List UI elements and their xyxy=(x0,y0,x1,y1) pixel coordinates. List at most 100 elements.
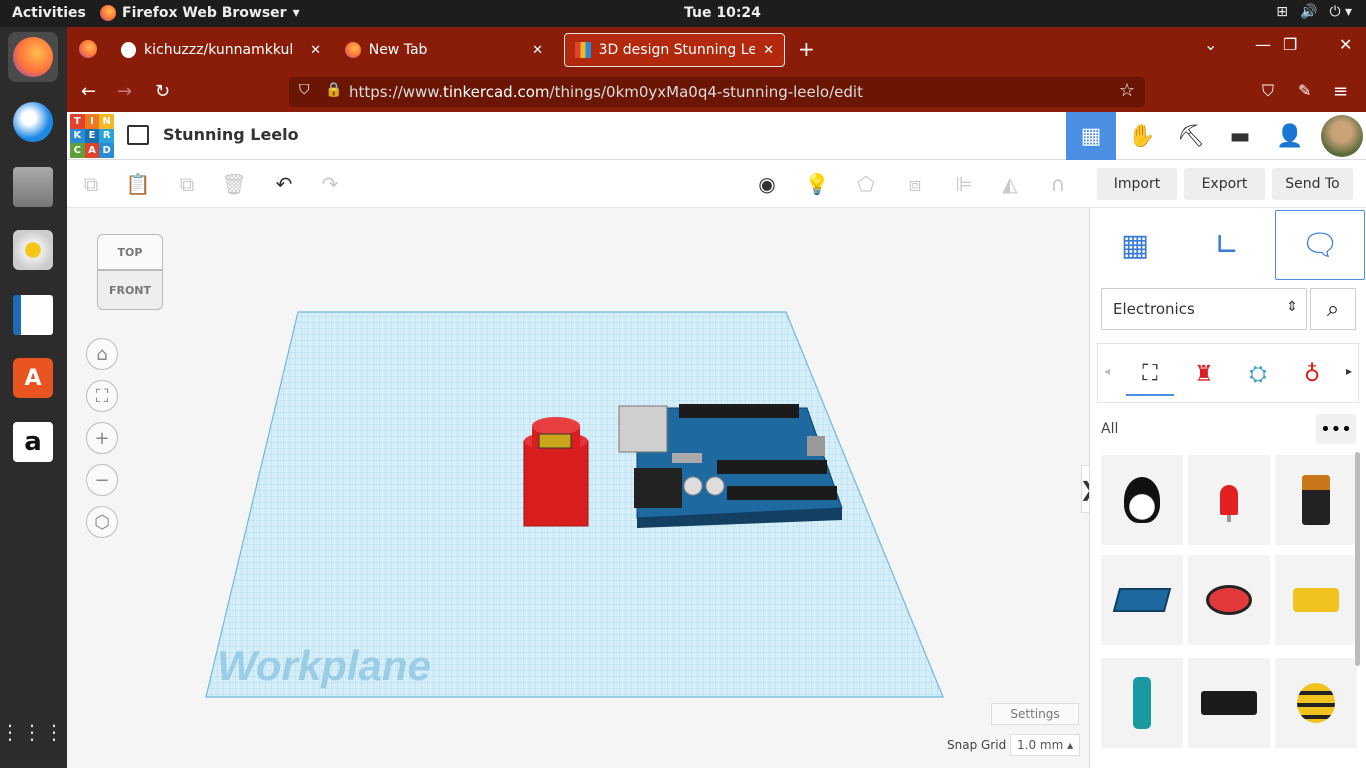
grid-view-icon: ▦ xyxy=(1080,123,1102,149)
grid-icon: ⋮⋮⋮ xyxy=(0,720,66,744)
category-select[interactable]: Electronics ⇕ xyxy=(1101,288,1307,330)
panel-scrollbar[interactable] xyxy=(1355,452,1360,666)
lego-button[interactable]: ▬ xyxy=(1215,112,1265,160)
duplicate-icon[interactable]: ⧉ xyxy=(173,170,201,198)
shape-battery-pack[interactable] xyxy=(1188,658,1270,748)
pushbutton-component[interactable] xyxy=(523,417,589,527)
redo-icon[interactable]: ↷ xyxy=(316,170,344,198)
subcategory-motors[interactable]: ⛭ xyxy=(1234,352,1282,396)
send-to-button[interactable]: Send To xyxy=(1272,168,1353,200)
close-window-icon[interactable]: ✕ xyxy=(1339,35,1352,54)
extensions-icon[interactable]: ✎ xyxy=(1298,81,1311,100)
shape-micro-servo[interactable] xyxy=(1188,555,1270,645)
firefox-view-icon[interactable] xyxy=(79,40,97,58)
blocks-button[interactable]: ✋ xyxy=(1117,112,1167,160)
tab-workplane[interactable]: ▦ xyxy=(1090,210,1180,280)
snap-grid-select[interactable]: 1.0 mm ▴ xyxy=(1010,734,1080,756)
show-apps-button[interactable]: ⋮⋮⋮ xyxy=(0,707,64,757)
tab-notes[interactable]: 🗨 xyxy=(1275,210,1365,280)
url-host: tinkercad.com xyxy=(442,83,550,101)
dock-firefox[interactable] xyxy=(8,32,58,82)
rhythmbox-icon xyxy=(13,230,53,270)
shield-icon: ⛉ xyxy=(299,82,310,98)
shape-9v-battery[interactable] xyxy=(1275,455,1357,545)
ungroup-icon[interactable]: ⧈ xyxy=(901,170,929,198)
shape-arduino[interactable] xyxy=(1101,555,1183,645)
shape-bee[interactable] xyxy=(1275,658,1357,748)
github-icon xyxy=(121,42,137,58)
paste-icon[interactable]: 📋 xyxy=(124,170,152,198)
avatar xyxy=(1321,115,1363,157)
close-icon[interactable]: ✕ xyxy=(310,43,321,58)
magnet-icon[interactable]: ∩ xyxy=(1044,170,1072,198)
list-tabs-icon[interactable]: ⌄ xyxy=(1204,35,1217,54)
close-icon[interactable]: ✕ xyxy=(763,43,774,58)
dock-writer[interactable] xyxy=(8,290,58,340)
chevron-right-icon[interactable]: ▸ xyxy=(1346,364,1352,378)
maximize-icon[interactable]: ❐ xyxy=(1283,35,1297,54)
tab-github[interactable]: kichuzzz/kunnamkkulam... ✕ xyxy=(111,33,331,67)
dock-software[interactable]: A xyxy=(8,353,58,403)
bricks-button[interactable]: ⛏ xyxy=(1166,112,1216,160)
tab-label: 3D design Stunning Leelo xyxy=(598,42,756,58)
tab-new-tab[interactable]: New Tab ✕ xyxy=(335,33,553,67)
system-tray[interactable]: ⊞ 🔊 ⏻ ▾ xyxy=(1276,4,1352,20)
shape-dc-motor[interactable] xyxy=(1275,555,1357,645)
url-bar[interactable]: ⛉ 🔒 https://www. tinkercad.com /things/0… xyxy=(289,77,1145,107)
trash-icon[interactable]: 🗑 xyxy=(220,170,248,198)
search-button[interactable]: ⌕ xyxy=(1310,288,1356,330)
back-icon[interactable]: ← xyxy=(81,81,96,102)
app-menu[interactable]: Firefox Web Browser ▾ xyxy=(100,5,300,21)
profile-button[interactable] xyxy=(1317,112,1366,160)
tab-tinkercad[interactable]: 3D design Stunning Leelo ✕ xyxy=(564,33,785,67)
subcategory-leds[interactable]: ♁ xyxy=(1288,352,1336,396)
new-tab-button[interactable]: + xyxy=(798,37,815,61)
mirror-icon[interactable]: ◭ xyxy=(996,170,1024,198)
tab-ruler[interactable]: ∟ xyxy=(1182,210,1272,280)
dock-rhythmbox[interactable] xyxy=(8,225,58,275)
shape-aa-battery[interactable] xyxy=(1101,658,1183,748)
dock-thunderbird[interactable] xyxy=(8,97,58,147)
minimize-icon[interactable]: — xyxy=(1255,35,1271,54)
penguin-icon xyxy=(1124,477,1160,523)
group-icon[interactable]: ⬠ xyxy=(852,170,880,198)
chevron-left-icon[interactable]: ◂ xyxy=(1104,364,1110,378)
align-icon[interactable]: ⊫ xyxy=(950,170,978,198)
workspace-3d-view[interactable]: TOP FRONT ⌂ ⛶ + − ⬡ Workplane Settings S… xyxy=(67,208,1089,768)
arduino-uno-component[interactable] xyxy=(618,404,843,528)
design-list-icon[interactable] xyxy=(127,125,149,145)
reload-icon[interactable]: ↻ xyxy=(155,81,170,102)
copy-icon[interactable]: ⧉ xyxy=(77,170,105,198)
close-icon[interactable]: ✕ xyxy=(532,43,543,58)
settings-button[interactable]: Settings xyxy=(991,703,1079,725)
dock-files[interactable] xyxy=(8,162,58,212)
hamburger-menu-icon[interactable]: ≡ xyxy=(1333,81,1348,102)
lightbulb-icon[interactable]: 💡 xyxy=(803,170,831,198)
forward-icon[interactable]: → xyxy=(117,81,132,102)
subcategory-all[interactable]: ⛶ xyxy=(1126,352,1174,396)
bookmark-star-icon[interactable]: ☆ xyxy=(1119,80,1135,101)
shape-led[interactable] xyxy=(1188,455,1270,545)
3d-view-button[interactable]: ▦ xyxy=(1066,112,1116,160)
note-icon: 🗨 xyxy=(1300,227,1340,263)
pocket-icon[interactable]: ⛉ xyxy=(1262,81,1274,101)
import-button[interactable]: Import xyxy=(1097,168,1177,200)
export-button[interactable]: Export xyxy=(1184,168,1265,200)
browser-nav-bar: ← → ↻ ⛉ 🔒 https://www. tinkercad.com /th… xyxy=(67,72,1366,112)
shape-penguin[interactable] xyxy=(1101,455,1183,545)
activities-button[interactable]: Activities xyxy=(12,5,86,21)
dock-amazon[interactable]: a xyxy=(8,417,58,467)
notes-visibility-icon[interactable]: ◉ xyxy=(753,170,781,198)
clock[interactable]: Tue 10:24 xyxy=(684,5,761,21)
all-label: All xyxy=(1101,421,1119,437)
workplane-grid-icon: ▦ xyxy=(1120,227,1150,263)
workplane[interactable]: Workplane xyxy=(67,208,1089,768)
subcategory-toys[interactable]: ♜ xyxy=(1180,352,1228,396)
motor-icon: ⛭ xyxy=(1249,361,1267,387)
tinkercad-logo[interactable]: T I N K E R C A D xyxy=(70,114,114,158)
more-options-button[interactable]: ••• xyxy=(1316,414,1356,444)
updown-arrow-icon: ⇕ xyxy=(1286,299,1298,315)
design-title[interactable]: Stunning Leelo xyxy=(163,125,299,144)
invite-button[interactable]: 👤 xyxy=(1265,112,1315,160)
undo-icon[interactable]: ↶ xyxy=(270,170,298,198)
